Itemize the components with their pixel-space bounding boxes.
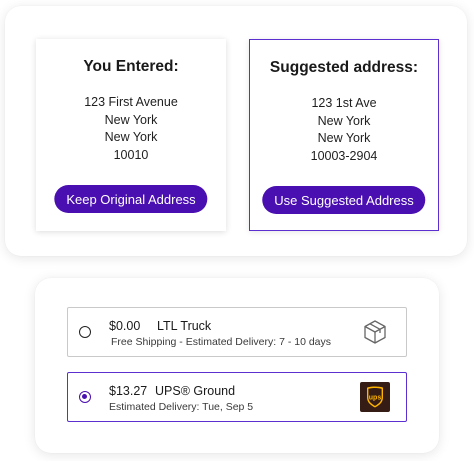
suggested-address-title: Suggested address: [269,59,419,76]
entered-address-title: You Entered: [83,58,179,75]
shipping-price: $13.27 [109,384,148,398]
entered-address-lines: 123 First Avenue New York New York 10010 [36,94,226,164]
ups-logo-icon: ups [360,382,390,412]
svg-text:ups: ups [369,395,382,402]
entered-address-street: 123 First Avenue [84,95,178,109]
suggested-address-zip: 10003-2904 [310,148,378,163]
shipping-detail: Estimated Delivery: Tue, Sep 5 [109,401,254,413]
box-icon [364,320,386,344]
keep-original-address-button[interactable]: Keep Original Address [54,185,208,213]
entered-address-state: New York [104,130,158,144]
shipping-detail: Free Shipping - Estimated Delivery: 7 - … [111,336,332,348]
shipping-option-ups-ground[interactable]: $13.27 UPS® Ground Estimated Delivery: T… [67,372,407,422]
shipping-carrier: LTL Truck [157,319,212,333]
shipping-radio-ltl-truck[interactable] [79,326,91,338]
suggested-address-city: New York [317,113,371,128]
address-verification-panel: You Entered: 123 First Avenue New York N… [5,6,467,256]
use-suggested-address-button[interactable]: Use Suggested Address [262,186,426,214]
suggested-address-state: New York [317,131,371,145]
suggested-address-lines: 123 1st Ave New York New York 10003-2904 [250,95,438,165]
entered-address-zip: 10010 [113,147,149,162]
shipping-radio-ups-ground[interactable] [79,391,91,403]
shipping-price: $0.00 [109,319,141,333]
suggested-address-card: Suggested address: 123 1st Ave New York … [249,39,439,231]
entered-address-city: New York [104,112,158,127]
shipping-options-panel: $0.00 LTL Truck Free Shipping - Estimate… [35,278,439,453]
shipping-carrier: UPS® Ground [155,384,236,398]
entered-address-card: You Entered: 123 First Avenue New York N… [36,39,226,231]
suggested-address-street: 123 1st Ave [311,96,377,110]
shipping-option-ltl-truck[interactable]: $0.00 LTL Truck Free Shipping - Estimate… [67,307,407,357]
